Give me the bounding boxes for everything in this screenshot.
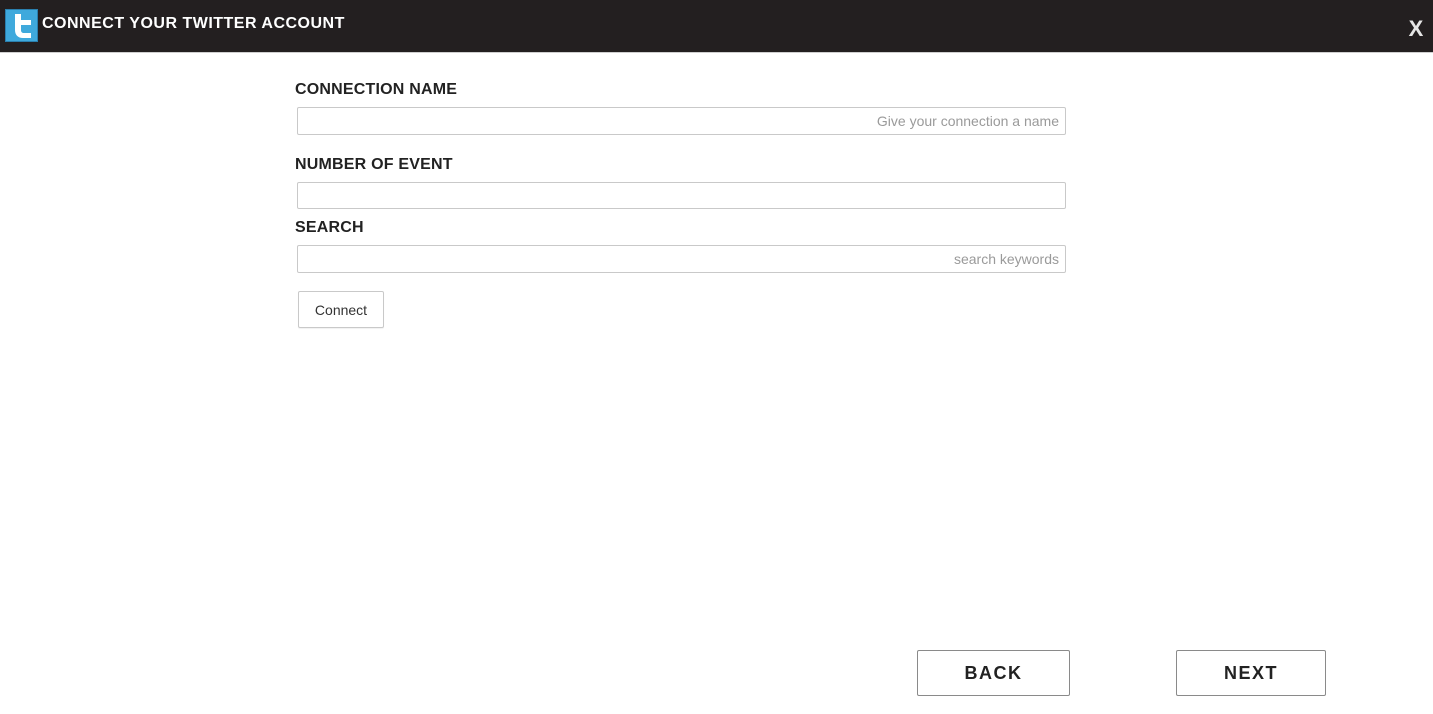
twitter-icon	[5, 9, 38, 42]
search-input[interactable]	[297, 245, 1066, 273]
dialog-title: CONNECT YOUR TWITTER ACCOUNT	[42, 15, 345, 32]
next-button[interactable]: NEXT	[1176, 650, 1326, 696]
back-button[interactable]: BACK	[917, 650, 1070, 696]
number-of-event-input[interactable]	[297, 182, 1066, 209]
twitter-t-glyph	[15, 14, 31, 38]
connection-name-label: CONNECTION NAME	[295, 81, 458, 98]
close-button[interactable]: X	[1405, 18, 1427, 40]
number-of-event-label: NUMBER OF EVENT	[295, 156, 453, 173]
connection-name-input[interactable]	[297, 107, 1066, 135]
search-label: SEARCH	[295, 219, 364, 236]
dialog-header: CONNECT YOUR TWITTER ACCOUNT X	[0, 0, 1433, 53]
connect-button[interactable]: Connect	[298, 291, 384, 328]
